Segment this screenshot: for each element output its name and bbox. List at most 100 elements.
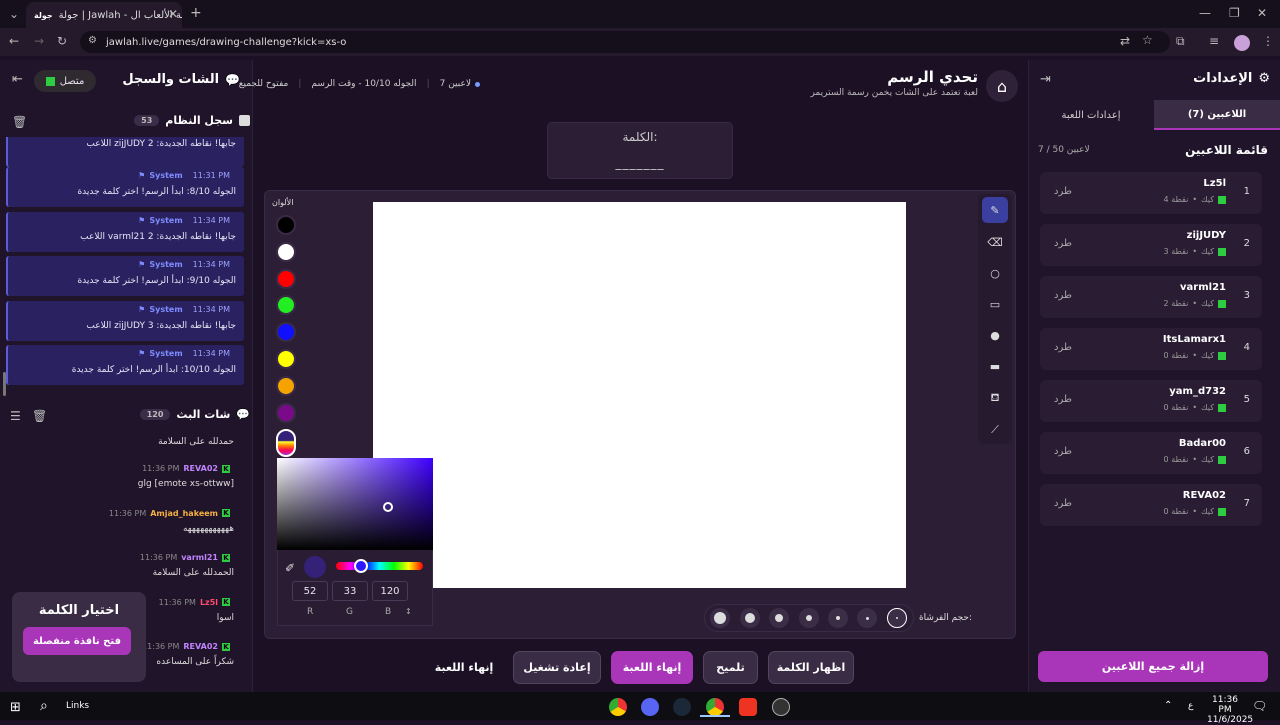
- log-text: الجوله 9/10: ابدأ الرسم! اختر كلمة جديدة: [77, 276, 236, 287]
- blue-value-input[interactable]: 120: [372, 581, 408, 601]
- window-close-icon[interactable]: ✕: [1257, 6, 1267, 20]
- chat-username[interactable]: REVA02: [183, 642, 218, 651]
- remove-all-players-button[interactable]: إزالة جميع اللاعبين: [1038, 651, 1268, 682]
- discord-icon[interactable]: [641, 698, 659, 716]
- chat-username[interactable]: varml21: [181, 553, 218, 562]
- end-game-button[interactable]: إنهاء اللعبة: [426, 651, 502, 684]
- notification-icon[interactable]: 🗨: [1252, 699, 1267, 713]
- chrome-profile-icon[interactable]: [706, 698, 724, 716]
- chrome-icon[interactable]: [609, 698, 627, 716]
- browser-tab[interactable]: جولة جولة | Jawlah - منصة الألعاب ال...: [26, 2, 182, 28]
- brush-size-6[interactable]: [740, 608, 760, 628]
- stream-chat-header: 120 شات البث 💬: [128, 408, 250, 421]
- chat-username[interactable]: Lz5l: [200, 598, 218, 607]
- taskbar-search-label[interactable]: Links: [66, 701, 89, 711]
- profile-avatar[interactable]: [1234, 35, 1250, 51]
- new-tab-icon[interactable]: +: [190, 5, 202, 21]
- show-word-button[interactable]: اظهار الكلمة: [768, 651, 854, 684]
- color-swatch[interactable]: [276, 268, 296, 289]
- bookmark-star-icon[interactable]: ☆: [1142, 33, 1153, 47]
- circle-fill-tool-icon[interactable]: ●: [982, 322, 1008, 348]
- url-bar[interactable]: jawlah.live/games/drawing-challenge?kick…: [80, 31, 1170, 53]
- kick-player-button[interactable]: طرد: [1054, 290, 1072, 301]
- tab-game-settings[interactable]: إعدادات اللعبة: [1028, 100, 1154, 130]
- brush-size-3[interactable]: [828, 608, 848, 628]
- chat-username[interactable]: Amjad_hakeem: [150, 509, 218, 518]
- hint-button[interactable]: تلميح: [703, 651, 758, 684]
- browser-menu-icon[interactable]: ⋮: [1262, 34, 1274, 48]
- kick-icon: [1218, 403, 1226, 412]
- minimize-icon[interactable]: —: [1199, 6, 1211, 20]
- kick-player-button[interactable]: طرد: [1054, 342, 1072, 353]
- red-value-input[interactable]: 52: [292, 581, 328, 601]
- app-red-icon[interactable]: [739, 698, 757, 716]
- search-icon[interactable]: ⌕: [40, 698, 48, 714]
- player-card: 5 yam_d732 0 نقطة • كيك طرد: [1040, 380, 1262, 422]
- chat-filter-icon[interactable]: ☰: [10, 409, 21, 423]
- chat-username[interactable]: REVA02: [183, 464, 218, 473]
- clear-log-trash-icon[interactable]: 🗑: [12, 115, 27, 129]
- end-round-button[interactable]: إنهاء اللعبة: [611, 651, 693, 684]
- line-tool-icon[interactable]: ⟋: [982, 417, 1008, 443]
- brush-size-5[interactable]: [769, 608, 789, 628]
- color-swatch[interactable]: [276, 241, 296, 262]
- rectangle-fill-tool-icon[interactable]: ▬: [982, 353, 1008, 379]
- hue-handle[interactable]: [354, 559, 368, 573]
- saturation-handle[interactable]: [383, 502, 393, 512]
- language-indicator[interactable]: ع: [1188, 701, 1193, 711]
- extensions-icon[interactable]: ⧉: [1176, 34, 1185, 49]
- color-swatch[interactable]: [276, 349, 296, 369]
- log-scrollbar[interactable]: [3, 372, 6, 396]
- eraser-tool-icon[interactable]: ⌫: [982, 229, 1008, 255]
- eyedropper-icon[interactable]: ✐: [285, 561, 295, 575]
- open-separate-window-button[interactable]: فتح نافذة منفصلة: [23, 627, 131, 655]
- player-name: Lz5l: [1203, 178, 1226, 189]
- brush-size-2[interactable]: [857, 608, 877, 628]
- kick-player-button[interactable]: طرد: [1054, 394, 1072, 405]
- site-info-icon[interactable]: ⚙: [88, 35, 97, 46]
- color-swatch[interactable]: [276, 375, 296, 396]
- brush-size-7[interactable]: [710, 608, 730, 628]
- kick-player-button[interactable]: طرد: [1054, 238, 1072, 249]
- collapse-panel-icon[interactable]: ⇤: [12, 72, 23, 87]
- translate-icon[interactable]: ⇄: [1120, 34, 1130, 48]
- back-icon[interactable]: ←: [9, 34, 19, 48]
- saturation-area[interactable]: [277, 458, 433, 550]
- tray-chevron-icon[interactable]: ⌃: [1164, 700, 1172, 711]
- forward-icon[interactable]: →: [34, 34, 44, 48]
- collapse-settings-icon[interactable]: ⇥: [1040, 72, 1051, 87]
- maximize-icon[interactable]: ❐: [1229, 6, 1240, 20]
- rectangle-outline-tool-icon[interactable]: ▭: [982, 291, 1008, 317]
- home-icon[interactable]: ⌂: [986, 70, 1018, 102]
- restart-button[interactable]: إعادة تشغيل: [513, 651, 601, 684]
- brush-size-4[interactable]: [799, 608, 819, 628]
- custom-color-button[interactable]: [276, 429, 296, 457]
- hue-slider[interactable]: [336, 562, 423, 570]
- obs-icon[interactable]: [772, 698, 790, 716]
- log-sender: System: [149, 349, 183, 359]
- kick-icon: K: [222, 553, 230, 562]
- fill-bucket-tool-icon[interactable]: ⛾: [982, 385, 1008, 411]
- color-swatch[interactable]: [276, 215, 296, 235]
- color-swatch[interactable]: [276, 402, 296, 423]
- pencil-tool-icon[interactable]: ✎: [982, 197, 1008, 223]
- kick-player-button[interactable]: طرد: [1054, 446, 1072, 457]
- circle-outline-tool-icon[interactable]: ○: [982, 260, 1008, 286]
- tab-close-icon[interactable]: ✕: [168, 7, 178, 21]
- drawing-canvas[interactable]: [373, 202, 906, 588]
- system-log-list[interactable]: اللاعب zijJUDY جابها! نقاطه الجديدة: 2 11…: [0, 137, 252, 387]
- format-toggle-icon[interactable]: ↕: [405, 607, 412, 616]
- tab-players[interactable]: اللاعبين (7): [1154, 100, 1280, 130]
- clear-chat-trash-icon[interactable]: 🗑: [32, 409, 47, 423]
- windows-start-icon[interactable]: ⊞: [10, 700, 21, 715]
- media-icon[interactable]: ≡: [1209, 34, 1219, 48]
- kick-player-button[interactable]: طرد: [1054, 186, 1072, 197]
- steam-icon[interactable]: [673, 698, 691, 716]
- kick-player-button[interactable]: طرد: [1054, 498, 1072, 509]
- reload-icon[interactable]: ↻: [57, 34, 67, 48]
- clock[interactable]: 11:36 PM 11/6/2025: [1207, 695, 1253, 725]
- tab-menu-icon[interactable]: ⌄: [6, 6, 22, 22]
- player-rank: 5: [1243, 394, 1250, 405]
- green-value-input[interactable]: 33: [332, 581, 368, 601]
- brush-size-1[interactable]: [887, 608, 907, 628]
